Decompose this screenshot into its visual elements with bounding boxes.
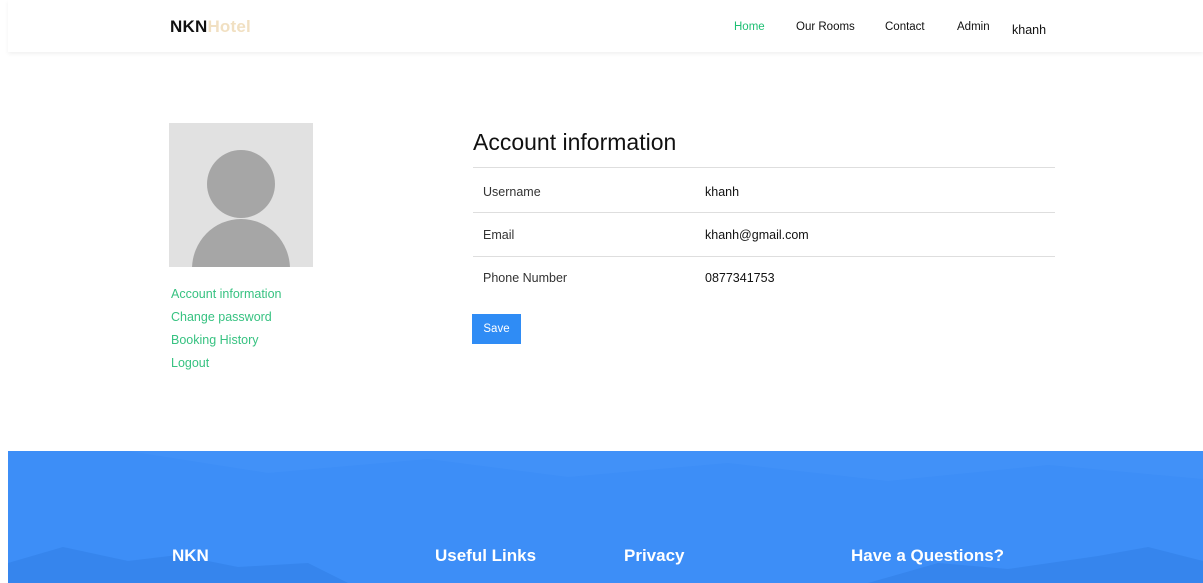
brand-logo[interactable]: NKNHotel	[170, 17, 251, 37]
brand-name-part1: NKN	[170, 17, 208, 36]
sidebar-item-booking-history[interactable]: Booking History	[171, 333, 259, 347]
username-value: khanh	[705, 185, 740, 199]
divider	[473, 167, 1055, 168]
nav-contact[interactable]: Contact	[885, 21, 925, 33]
page-title: Account information	[473, 129, 677, 155]
top-navbar: NKNHotel Home Our Rooms Contact Admin kh…	[8, 0, 1203, 52]
sidebar-item-change-password[interactable]: Change password	[171, 310, 272, 324]
nav-admin[interactable]: Admin	[957, 21, 990, 33]
nav-our-rooms[interactable]: Our Rooms	[796, 21, 855, 33]
email-value: khanh@gmail.com	[705, 228, 809, 242]
sidebar-item-logout[interactable]: Logout	[171, 356, 209, 370]
footer-heading-nkn: NKN	[172, 546, 209, 565]
nav-home[interactable]: Home	[734, 21, 765, 33]
avatar	[169, 123, 313, 267]
phone-value: 0877341753	[705, 271, 775, 285]
footer-heading-useful-links: Useful Links	[435, 546, 537, 565]
footer-heading-questions: Have a Questions?	[851, 546, 1005, 565]
username-label: Username	[483, 185, 541, 199]
nav-user[interactable]: khanh	[1012, 23, 1046, 37]
save-button[interactable]: Save	[472, 314, 521, 344]
divider	[473, 212, 1055, 213]
user-silhouette-icon	[192, 150, 290, 267]
email-label: Email	[483, 228, 515, 242]
sidebar-item-account-information[interactable]: Account information	[171, 287, 281, 301]
phone-label: Phone Number	[483, 271, 568, 285]
footer-heading-privacy: Privacy	[624, 546, 685, 565]
brand-name-part2: Hotel	[207, 17, 251, 36]
divider	[473, 256, 1055, 257]
footer: NKN Useful Links Privacy Have a Question…	[8, 451, 1203, 583]
